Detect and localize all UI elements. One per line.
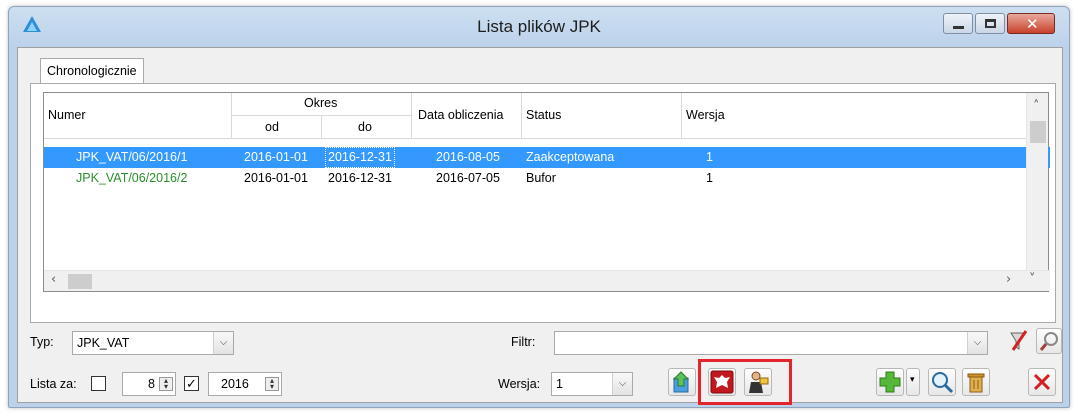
header-numer-cell[interactable]: Numer <box>44 93 232 139</box>
export-icon <box>672 371 690 393</box>
header-wersja: Wersja <box>686 108 725 122</box>
minimize-icon <box>953 26 964 29</box>
header-do-cell[interactable]: do <box>322 116 412 139</box>
spin-arrows-icon[interactable]: ▴ ▾ <box>159 377 173 391</box>
header-data-obliczenia-cell[interactable]: Data obliczenia <box>412 93 522 139</box>
filter-wizard-icon <box>1039 332 1058 351</box>
header-do: do <box>358 120 372 134</box>
titlebar[interactable]: Lista plików JPK ✕ <box>9 7 1069 47</box>
cell-do: 2016-12-31 <box>325 147 395 168</box>
add-dropdown-button[interactable]: ▾ <box>906 368 920 396</box>
header-status: Status <box>526 108 562 122</box>
wersja-value: 1 <box>556 377 563 391</box>
tab-panel: Numer Okres od do Data obliczenia Status <box>30 83 1056 323</box>
year-checkbox[interactable]: ✓ <box>184 376 199 391</box>
chevron-down-icon[interactable]: ⌵ <box>612 373 632 395</box>
close-button[interactable] <box>1028 368 1056 396</box>
cell-wersja: 1 <box>706 171 713 185</box>
filtr-input[interactable]: ⌵ <box>554 331 988 355</box>
header-status-cell[interactable]: Status <box>522 93 682 139</box>
send-to-gov-button[interactable] <box>708 368 736 396</box>
chevron-down-icon[interactable]: ⌵ <box>967 332 987 354</box>
export-button[interactable] <box>668 368 696 396</box>
year-value: 2016 <box>221 377 249 391</box>
close-x-icon <box>1033 373 1051 391</box>
typ-value: JPK_VAT <box>77 336 130 350</box>
lista-za-label: Lista za: <box>30 377 77 391</box>
cell-numer: JPK_VAT/06/2016/2 <box>76 171 188 185</box>
header-numer: Numer <box>48 108 86 122</box>
header-od-cell[interactable]: od <box>232 116 322 139</box>
scroll-up-icon[interactable]: ˄ <box>1033 99 1040 114</box>
cell-numer: JPK_VAT/06/2016/1 <box>76 150 188 164</box>
preview-button[interactable] <box>928 368 956 396</box>
header-data-obliczenia: Data obliczenia <box>418 108 504 122</box>
table-row[interactable]: JPK_VAT/06/2016/2 2016-01-01 2016-12-31 … <box>44 168 1050 189</box>
cell-data: 2016-08-05 <box>436 150 500 164</box>
official-action-button[interactable] <box>744 368 772 396</box>
lista-za-checkbox[interactable] <box>91 376 106 391</box>
official-send-icon <box>749 371 769 393</box>
add-button[interactable] <box>876 368 904 396</box>
year-spinner[interactable]: 2016 ▴ ▾ <box>208 372 282 396</box>
header-wersja-cell[interactable]: Wersja <box>682 93 1028 139</box>
table-row[interactable]: JPK_VAT/06/2016/1 2016-01-01 2016-12-31 … <box>44 147 1050 168</box>
cell-od: 2016-01-01 <box>244 150 308 164</box>
wersja-select[interactable]: 1 ⌵ <box>551 372 633 396</box>
cell-do: 2016-12-31 <box>328 171 392 185</box>
trash-icon <box>967 373 985 393</box>
spin-arrows-icon[interactable]: ▴ ▾ <box>265 377 279 391</box>
scroll-down-icon[interactable]: ˅ <box>1029 272 1036 287</box>
window-title: Lista plików JPK <box>477 17 601 36</box>
search-icon <box>932 372 954 394</box>
files-grid[interactable]: Numer Okres od do Data obliczenia Status <box>43 92 1050 292</box>
window: Lista plików JPK ✕ Chronologicznie Numer… <box>8 6 1070 408</box>
horizontal-scroll-thumb[interactable] <box>68 274 92 289</box>
header-okres: Okres <box>304 96 338 110</box>
wersja-label: Wersja: <box>498 377 541 391</box>
scroll-left-icon[interactable]: ‹ <box>51 272 56 287</box>
client-area: Chronologicznie Numer Okres od do Data o… <box>17 47 1063 405</box>
clear-filter-button[interactable] <box>1007 328 1031 354</box>
close-icon: ✕ <box>1026 15 1039 33</box>
tab-chronologicznie[interactable]: Chronologicznie <box>40 58 144 84</box>
maximize-button[interactable] <box>975 13 1005 34</box>
header-od: od <box>265 120 279 134</box>
eagle-emblem-icon <box>710 370 734 394</box>
delete-button[interactable] <box>962 368 990 396</box>
cell-data: 2016-07-05 <box>436 171 500 185</box>
filter-wizard-button[interactable] <box>1036 328 1062 354</box>
month-value: 8 <box>148 377 155 391</box>
clear-filter-icon <box>1010 330 1028 351</box>
month-spinner[interactable]: 8 ▴ ▾ <box>122 372 176 396</box>
scroll-right-icon[interactable]: › <box>1006 272 1011 287</box>
horizontal-scrollbar[interactable]: ‹ › ˅ <box>44 270 1050 291</box>
cell-od: 2016-01-01 <box>244 171 308 185</box>
add-icon <box>879 371 901 393</box>
chevron-down-icon: ▾ <box>910 374 915 384</box>
cell-status: Bufor <box>526 171 556 185</box>
cell-wersja: 1 <box>706 150 713 164</box>
minimize-button[interactable] <box>943 13 973 34</box>
cell-status: Zaakceptowana <box>526 150 615 164</box>
vertical-scroll-thumb[interactable] <box>1030 121 1046 143</box>
close-window-button[interactable]: ✕ <box>1007 13 1055 34</box>
chevron-down-icon[interactable]: ⌵ <box>213 332 233 354</box>
typ-label: Typ: <box>30 335 54 349</box>
typ-select[interactable]: JPK_VAT ⌵ <box>72 331 234 355</box>
header-okres-cell: Okres <box>232 93 412 116</box>
maximize-icon <box>985 19 996 28</box>
vertical-scrollbar[interactable]: ˄ <box>1026 93 1048 271</box>
filtr-label: Filtr: <box>511 335 536 349</box>
